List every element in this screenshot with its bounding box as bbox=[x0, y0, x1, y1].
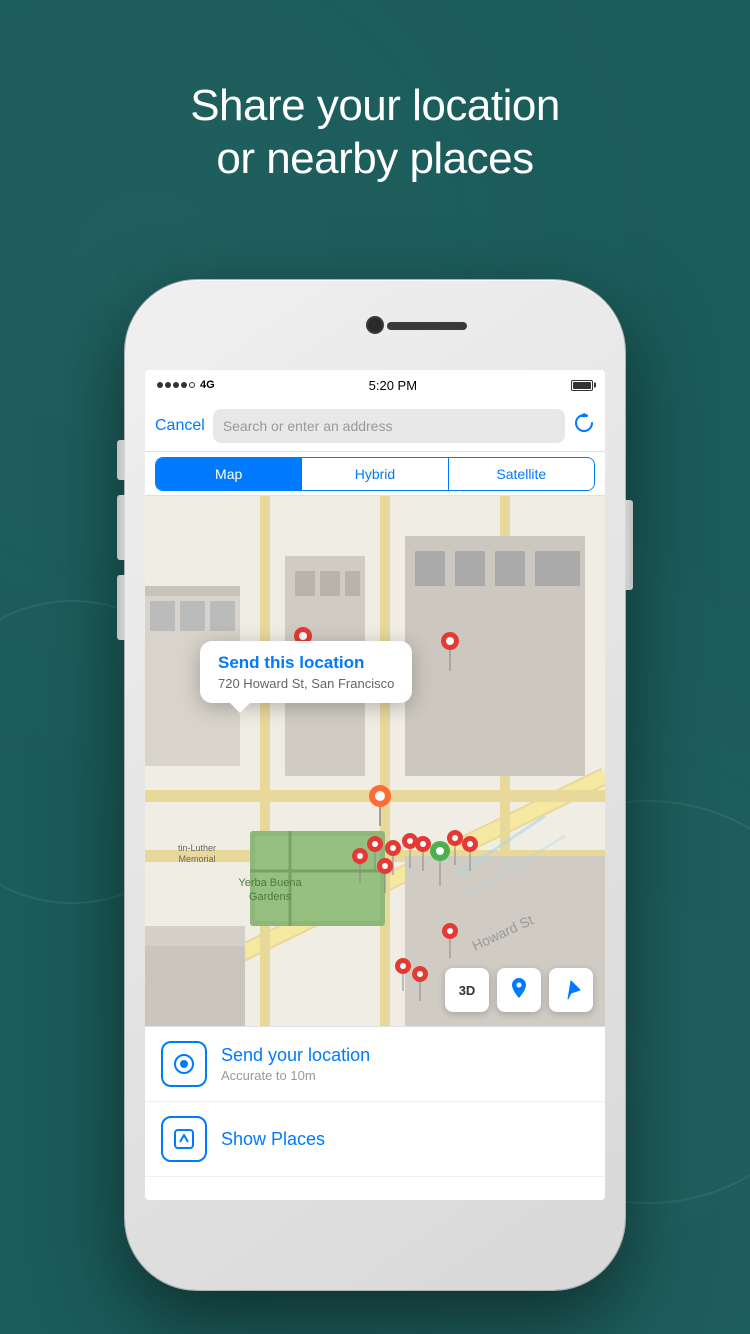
battery-icon bbox=[571, 380, 593, 391]
volume-up-button bbox=[117, 495, 125, 560]
header-text: Share your location or nearby places bbox=[0, 80, 750, 186]
map-type-selector: Map Hybrid Satellite bbox=[155, 457, 595, 491]
send-location-title: Send your location bbox=[221, 1045, 589, 1066]
cancel-button[interactable]: Cancel bbox=[155, 417, 205, 435]
status-signal: 4G bbox=[157, 379, 215, 391]
popup-address: 720 Howard St, San Francisco bbox=[218, 676, 394, 691]
map-type-hybrid[interactable]: Hybrid bbox=[302, 458, 448, 490]
map-svg: Yerba Buena Gardens tin-Luther Memorial … bbox=[145, 496, 605, 1026]
3d-button[interactable]: 3D bbox=[445, 968, 489, 1012]
send-location-icon-box bbox=[161, 1041, 207, 1087]
map-area[interactable]: Yerba Buena Gardens tin-Luther Memorial … bbox=[145, 496, 605, 1026]
power-button bbox=[625, 500, 633, 590]
show-places-text: Show Places bbox=[221, 1129, 589, 1150]
popup-title: Send this location bbox=[218, 653, 394, 673]
svg-text:tin-Luther: tin-Luther bbox=[178, 843, 216, 853]
mute-button bbox=[117, 440, 125, 480]
refresh-button[interactable] bbox=[573, 412, 595, 440]
map-popup[interactable]: Send this location 720 Howard St, San Fr… bbox=[200, 641, 412, 703]
search-placeholder: Search or enter an address bbox=[223, 418, 393, 434]
signal-dot-4 bbox=[181, 382, 187, 388]
search-bar: Cancel Search or enter an address bbox=[145, 400, 605, 452]
show-places-title: Show Places bbox=[221, 1129, 589, 1150]
pin-button[interactable] bbox=[497, 968, 541, 1012]
show-places-icon-box bbox=[161, 1116, 207, 1162]
signal-dot-2 bbox=[165, 382, 171, 388]
speaker-grille bbox=[387, 322, 467, 330]
map-type-bar: Map Hybrid Satellite bbox=[145, 452, 605, 496]
location-button[interactable] bbox=[549, 968, 593, 1012]
signal-dot-5 bbox=[189, 382, 195, 388]
svg-text:Gardens: Gardens bbox=[249, 891, 292, 903]
phone-frame: 4G 5:20 PM Cancel Search or enter an add… bbox=[125, 280, 625, 1290]
network-type: 4G bbox=[200, 379, 215, 391]
phone-body: 4G 5:20 PM Cancel Search or enter an add… bbox=[125, 280, 625, 1290]
send-location-text: Send your location Accurate to 10m bbox=[221, 1045, 589, 1083]
search-input[interactable]: Search or enter an address bbox=[213, 409, 565, 443]
signal-dot-3 bbox=[173, 382, 179, 388]
header-line2: or nearby places bbox=[216, 134, 533, 183]
send-location-item[interactable]: Send your location Accurate to 10m bbox=[145, 1027, 605, 1102]
map-controls: 3D bbox=[445, 968, 593, 1012]
header-line1: Share your location bbox=[190, 81, 560, 130]
front-camera bbox=[368, 318, 382, 332]
map-type-map[interactable]: Map bbox=[156, 458, 302, 490]
status-battery bbox=[571, 380, 593, 391]
svg-text:Memorial: Memorial bbox=[178, 854, 215, 864]
battery-fill bbox=[573, 382, 591, 389]
svg-text:Yerba Buena: Yerba Buena bbox=[238, 877, 302, 889]
phone-screen: 4G 5:20 PM Cancel Search or enter an add… bbox=[145, 370, 605, 1200]
show-places-item[interactable]: Show Places bbox=[145, 1102, 605, 1177]
map-type-satellite[interactable]: Satellite bbox=[449, 458, 594, 490]
status-bar: 4G 5:20 PM bbox=[145, 370, 605, 400]
signal-dot-1 bbox=[157, 382, 163, 388]
send-location-subtitle: Accurate to 10m bbox=[221, 1068, 589, 1083]
volume-down-button bbox=[117, 575, 125, 640]
status-time: 5:20 PM bbox=[369, 378, 417, 393]
bottom-actions: Send your location Accurate to 10m Show … bbox=[145, 1026, 605, 1177]
